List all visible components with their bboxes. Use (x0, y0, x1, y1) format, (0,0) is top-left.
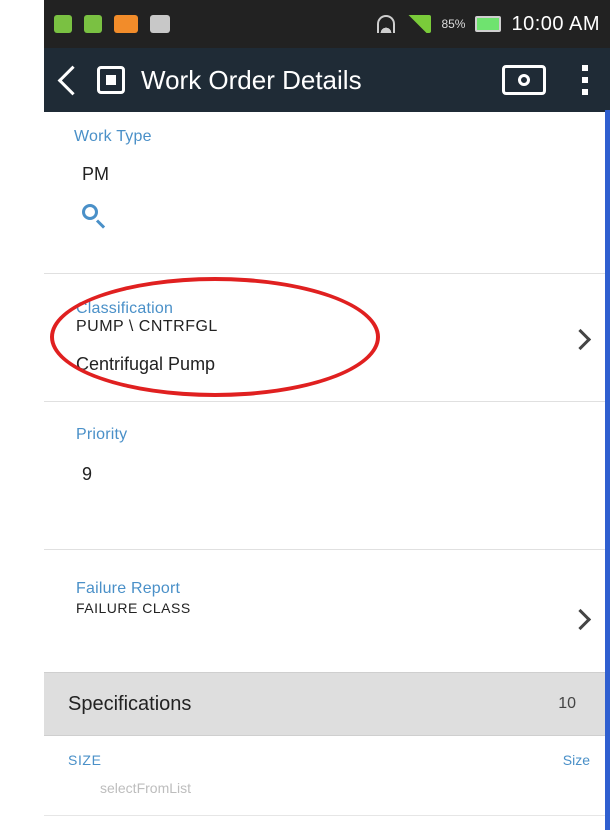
priority-value: 9 (82, 464, 93, 484)
classification-label: Classification (76, 300, 174, 317)
battery-icon (475, 16, 502, 32)
work-type-label: Work Type (74, 128, 152, 145)
right-border (605, 110, 610, 830)
status-right: 85% 10:00 AM (377, 13, 600, 36)
document-icon (150, 15, 170, 33)
specifications-title: Specifications (68, 692, 192, 715)
classification-description: Centrifugal Pump (76, 354, 216, 374)
work-type-value: PM (82, 164, 109, 184)
size-right-label: Size (562, 752, 590, 768)
priority-label: Priority (76, 426, 128, 443)
size-label: SIZE (68, 752, 102, 768)
app-notification-icon (114, 15, 138, 33)
signal-icon (405, 15, 432, 33)
app-header: Work Order Details (44, 48, 610, 112)
notification-icon (84, 15, 102, 33)
priority-row: Priority 9 (44, 402, 610, 550)
classification-row[interactable]: Classification PUMP \ CNTRFGL Centrifuga… (44, 274, 610, 402)
device-screen: 85% 10:00 AM Work Order Details Work Typ… (44, 0, 610, 833)
page-title: Work Order Details (141, 64, 362, 95)
specifications-header[interactable]: Specifications 10 (44, 672, 610, 736)
status-left (54, 15, 170, 33)
select-placeholder[interactable]: selectFromList (100, 780, 191, 796)
overflow-icon[interactable] (582, 65, 588, 95)
work-type-row: Work Type PM (44, 112, 610, 274)
status-time: 10:00 AM (511, 12, 600, 35)
failure-report-label: Failure Report (76, 580, 181, 597)
content: Work Type PM Classification PUMP \ CNTRF… (44, 112, 610, 833)
camera-icon[interactable] (502, 65, 546, 95)
back-icon (57, 65, 88, 95)
header-actions (502, 65, 600, 95)
search-icon[interactable] (82, 204, 106, 228)
usb-icon (54, 15, 72, 33)
status-bar: 85% 10:00 AM (44, 0, 610, 48)
battery-percent: 85% (441, 17, 466, 31)
classification-path: PUMP \ CNTRFGL (76, 318, 218, 335)
failure-report-row[interactable]: Failure Report FAILURE CLASS (44, 550, 610, 672)
chevron-right-icon (569, 328, 592, 351)
chevron-right-icon (569, 608, 592, 631)
specifications-count: 10 (558, 695, 576, 712)
wifi-icon (377, 15, 396, 33)
failure-report-value: FAILURE CLASS (76, 600, 191, 616)
app-icon (97, 66, 125, 94)
size-row[interactable]: SIZE Size selectFromList (44, 736, 610, 816)
back-button[interactable] (54, 65, 125, 95)
